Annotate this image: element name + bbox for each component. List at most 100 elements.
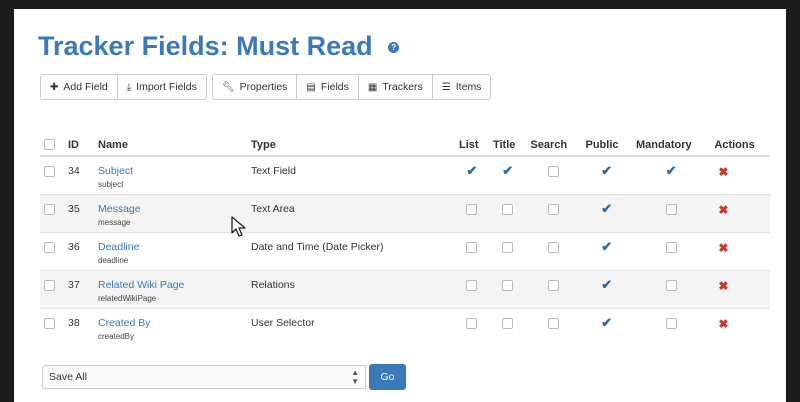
items-button[interactable]: ☰ Items: [431, 74, 492, 100]
row-select-cell: [40, 194, 64, 233]
header-type[interactable]: Type: [247, 134, 455, 157]
list-icon: ☰: [441, 81, 451, 93]
row-type-cell: Date and Time (Date Picker): [247, 232, 455, 271]
row-select-checkbox[interactable]: [44, 241, 55, 253]
field-permname: relatedWikiPage: [98, 294, 157, 303]
field-name-link[interactable]: Deadline: [98, 241, 243, 253]
download-icon: ⤓: [126, 81, 132, 93]
row-public-cell: ✔: [581, 308, 633, 346]
remove-icon[interactable]: ✖: [718, 279, 728, 293]
row-actions-wrap: ✖: [714, 309, 766, 331]
checkmark-icon: ✔: [601, 163, 613, 178]
public-checkbox[interactable]: ✔: [601, 163, 613, 178]
select-all-checkbox[interactable]: [44, 139, 55, 151]
bulk-action-select[interactable]: Save All ▲ ▼: [42, 365, 366, 389]
list-checkbox[interactable]: [466, 279, 478, 291]
trackers-button[interactable]: ▦ Trackers: [357, 74, 433, 100]
row-title-cell: [488, 270, 527, 309]
title-checkbox[interactable]: ✔: [502, 164, 513, 178]
field-name-link[interactable]: Created By: [98, 317, 243, 329]
checkmark-icon: ✔: [665, 163, 677, 178]
row-mandatory-cell: [632, 270, 711, 309]
import-fields-button[interactable]: ⤓ Import Fields: [116, 74, 207, 100]
row-actions-cell: ✖: [710, 155, 770, 195]
list-checkbox[interactable]: ✔: [467, 164, 478, 178]
list-checkbox[interactable]: [466, 203, 478, 215]
row-list-cell: [455, 194, 489, 233]
row-select-checkbox[interactable]: [44, 203, 55, 215]
remove-icon[interactable]: ✖: [718, 165, 728, 179]
title-checkbox[interactable]: [502, 279, 514, 291]
row-select-wrap: [44, 157, 60, 177]
row-select-checkbox[interactable]: [44, 165, 55, 177]
row-actions-cell: ✖: [710, 308, 770, 346]
search-checkbox[interactable]: [548, 165, 560, 177]
row-id: 36: [68, 241, 80, 253]
row-id: 35: [68, 203, 80, 215]
table-row: 35 Message message Text Area ✔ ✖: [40, 194, 770, 233]
row-list-cell: ✔: [455, 155, 489, 195]
field-name-link[interactable]: Related Wiki Page: [98, 279, 243, 291]
public-checkbox[interactable]: ✔: [601, 240, 612, 254]
row-actions-wrap: ✖: [714, 233, 766, 255]
plus-icon: ✚: [50, 81, 59, 93]
row-id: 38: [68, 317, 80, 329]
row-select-checkbox[interactable]: [44, 279, 55, 291]
search-checkbox[interactable]: [548, 279, 560, 291]
title-checkbox[interactable]: [502, 203, 514, 215]
app-frame: Tracker Fields: Must Read ? ✚ Add Field …: [14, 9, 786, 402]
add-field-button[interactable]: ✚ Add Field: [40, 74, 118, 100]
row-name-wrap: Message message: [98, 195, 243, 227]
public-checkbox[interactable]: ✔: [601, 202, 612, 216]
row-select-cell: [40, 155, 64, 195]
title-checkbox[interactable]: [502, 317, 514, 329]
row-name-wrap: Related Wiki Page relatedWikiPage: [98, 271, 243, 303]
row-name-wrap: Subject subject: [98, 157, 243, 189]
list-checkbox[interactable]: [466, 317, 478, 329]
row-mandatory-wrap: [636, 195, 706, 215]
row-actions-wrap: ✖: [714, 271, 766, 293]
public-checkbox[interactable]: ✔: [601, 316, 612, 330]
row-name-cell: Created By createdBy: [94, 308, 247, 346]
public-checkbox[interactable]: ✔: [601, 277, 613, 292]
row-select-wrap: [44, 309, 60, 329]
header-list: List: [455, 134, 489, 157]
header-name[interactable]: Name: [94, 134, 247, 157]
search-checkbox[interactable]: [548, 317, 560, 329]
row-public-wrap: ✔: [585, 195, 628, 216]
field-name-link[interactable]: Message: [98, 203, 243, 215]
remove-icon[interactable]: ✖: [718, 241, 728, 255]
row-public-cell: ✔: [581, 232, 633, 271]
row-id-cell: 37: [64, 270, 94, 309]
row-type-cell: Text Area: [247, 194, 455, 233]
row-list-wrap: [459, 309, 485, 329]
search-checkbox[interactable]: [548, 203, 560, 215]
row-select-cell: [40, 232, 64, 271]
mandatory-checkbox[interactable]: [665, 203, 677, 215]
row-public-wrap: ✔: [585, 271, 628, 292]
header-search: Search: [526, 134, 582, 157]
field-permname: createdBy: [98, 332, 135, 341]
title-checkbox[interactable]: [502, 241, 514, 253]
properties-button[interactable]: 🔧︎ Properties: [211, 74, 298, 100]
field-name-link[interactable]: Subject: [98, 165, 243, 177]
remove-icon[interactable]: ✖: [718, 203, 728, 217]
table-row: 37 Related Wiki Page relatedWikiPage Relati…: [40, 270, 770, 309]
mandatory-checkbox[interactable]: [665, 241, 677, 253]
mandatory-checkbox[interactable]: ✔: [665, 163, 677, 178]
checkmark-icon: ✔: [601, 277, 613, 292]
remove-icon[interactable]: ✖: [718, 317, 728, 331]
list-checkbox[interactable]: [466, 241, 478, 253]
wrench-icon: 🔧︎: [221, 81, 235, 93]
header-title: Title: [488, 134, 527, 157]
mandatory-checkbox[interactable]: [665, 279, 677, 291]
help-icon[interactable]: ?: [388, 42, 400, 54]
header-id[interactable]: ID: [64, 134, 94, 157]
search-checkbox[interactable]: [548, 241, 560, 253]
row-id: 34: [68, 165, 80, 177]
fields-label: Fields: [320, 81, 349, 93]
go-button[interactable]: Go: [369, 364, 406, 390]
fields-button[interactable]: ▤ Fields: [296, 74, 359, 100]
row-select-checkbox[interactable]: [44, 317, 55, 329]
mandatory-checkbox[interactable]: [665, 317, 677, 329]
